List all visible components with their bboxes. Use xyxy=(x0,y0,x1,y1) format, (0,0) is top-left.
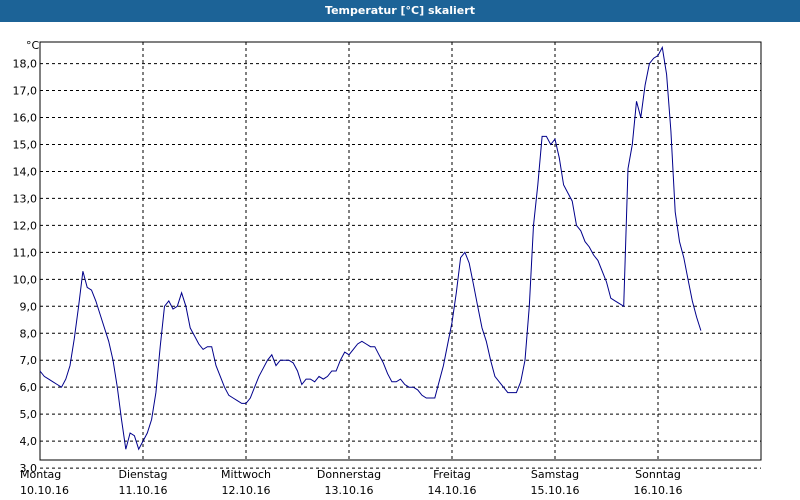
temperature-chart: °C 3,04,05,06,07,08,09,010,011,012,013,0… xyxy=(13,39,762,497)
chart-title: Temperatur [°C] skaliert xyxy=(0,0,800,22)
y-tick-label: 13,0 xyxy=(13,192,38,205)
x-tick-date: 12.10.16 xyxy=(222,484,271,497)
y-tick-label: 4,0 xyxy=(20,435,38,448)
x-tick-weekday: Montag xyxy=(20,468,61,481)
y-tick-label: 16,0 xyxy=(13,112,38,125)
y-tick-label: 17,0 xyxy=(13,85,38,98)
x-tick-date: 16.10.16 xyxy=(634,484,683,497)
y-tick-label: 5,0 xyxy=(20,408,38,421)
x-tick-date: 10.10.16 xyxy=(20,484,69,497)
x-tick-weekday: Samstag xyxy=(531,468,579,481)
y-unit-label: °C xyxy=(26,39,40,52)
x-tick-date: 11.10.16 xyxy=(119,484,168,497)
x-tick-weekday: Mittwoch xyxy=(221,468,271,481)
x-tick-date: 13.10.16 xyxy=(325,484,374,497)
y-tick-label: 12,0 xyxy=(13,219,38,232)
y-tick-label: 7,0 xyxy=(20,354,38,367)
y-axis-ticks: 3,04,05,06,07,08,09,010,011,012,013,014,… xyxy=(13,58,38,476)
x-tick-date: 14.10.16 xyxy=(428,484,477,497)
temperature-line xyxy=(39,45,702,451)
x-tick-weekday: Freitag xyxy=(433,468,471,481)
x-tick-weekday: Sonntag xyxy=(635,468,681,481)
y-tick-label: 11,0 xyxy=(13,246,38,259)
x-tick-date: 15.10.16 xyxy=(531,484,580,497)
y-tick-label: 15,0 xyxy=(13,138,38,151)
y-tick-label: 10,0 xyxy=(13,273,38,286)
y-tick-label: 6,0 xyxy=(20,381,38,394)
x-axis-ticks: Montag 10.10.16 Dienstag 11.10.16 Mittwoch 12… xyxy=(20,468,682,497)
x-tick-weekday: Dienstag xyxy=(118,468,167,481)
grid-lines xyxy=(40,42,761,469)
plot-area-frame xyxy=(39,41,762,461)
y-tick-label: 18,0 xyxy=(13,58,38,71)
x-tick-weekday: Donnerstag xyxy=(317,468,381,481)
y-tick-label: 8,0 xyxy=(20,327,38,340)
y-tick-label: 14,0 xyxy=(13,165,38,178)
y-tick-label: 9,0 xyxy=(20,300,38,313)
